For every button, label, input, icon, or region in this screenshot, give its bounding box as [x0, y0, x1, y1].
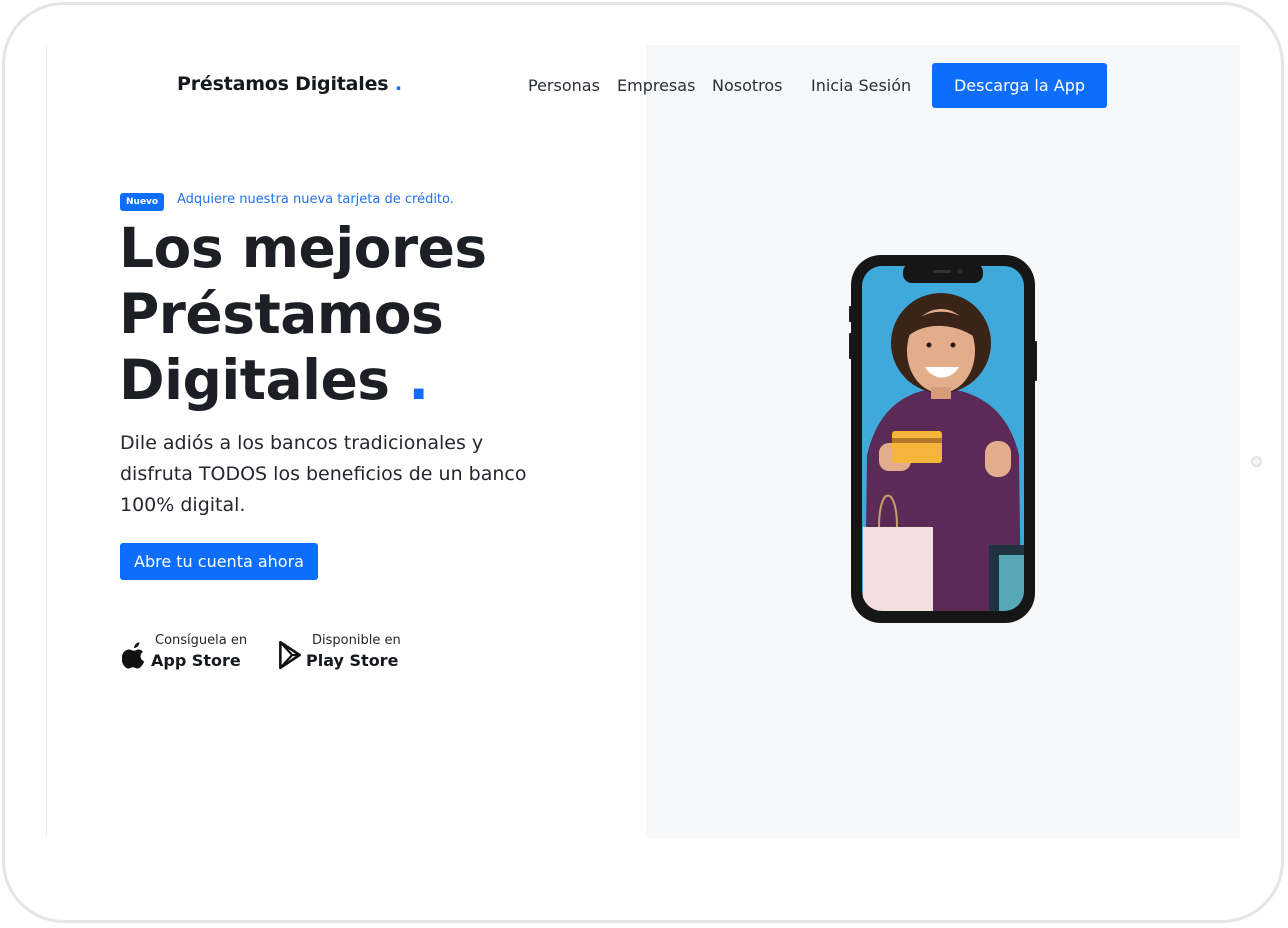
announcement-link[interactable]: Adquiere nuestra nueva tarjeta de crédit… [177, 192, 454, 207]
headline-line-3: Digitales . [119, 347, 589, 413]
headline-line-2: Préstamos [119, 282, 444, 346]
app-store-text: Consíguela en App Store [151, 633, 247, 670]
login-link[interactable]: Inicia Sesión [811, 76, 911, 95]
play-store-caption: Disponible en [312, 633, 401, 648]
new-badge: Nuevo [120, 193, 165, 211]
brand-dot: . [394, 73, 402, 95]
brand-name: Préstamos Digitales [177, 73, 389, 95]
apple-icon [122, 642, 145, 669]
hero-headline: Los mejores Préstamos Digitales . [119, 215, 589, 413]
landing-page: Préstamos Digitales . Personas Empresas … [46, 45, 1240, 838]
nav-empresas[interactable]: Empresas [617, 76, 695, 95]
brand-logo[interactable]: Préstamos Digitales . [177, 73, 402, 95]
app-store-label: App Store [151, 651, 241, 670]
app-store-caption: Consíguela en [155, 633, 248, 648]
play-store-label: Play Store [306, 651, 399, 670]
headline-line-3-text: Digitales [119, 348, 390, 412]
play-store-icon [279, 640, 301, 670]
play-store-text: Disponible en Play Store [306, 633, 401, 670]
phone-mockup-image [849, 255, 1037, 623]
headline-dot: . [408, 348, 429, 412]
nav-nosotros[interactable]: Nosotros [712, 76, 783, 95]
nav-personas[interactable]: Personas [528, 76, 600, 95]
phone-illustration [849, 255, 1037, 623]
download-app-button[interactable]: Descarga la App [932, 63, 1107, 108]
headline-line-1: Los mejores [119, 216, 487, 280]
open-account-button[interactable]: Abre tu cuenta ahora [120, 543, 318, 580]
play-store-link[interactable]: Disponible en Play Store [277, 633, 401, 670]
home-button[interactable] [1251, 456, 1262, 467]
app-store-link[interactable]: Consíguela en App Store [122, 633, 247, 670]
hero-subtitle: Dile adiós a los bancos tradicionales y … [120, 432, 527, 516]
